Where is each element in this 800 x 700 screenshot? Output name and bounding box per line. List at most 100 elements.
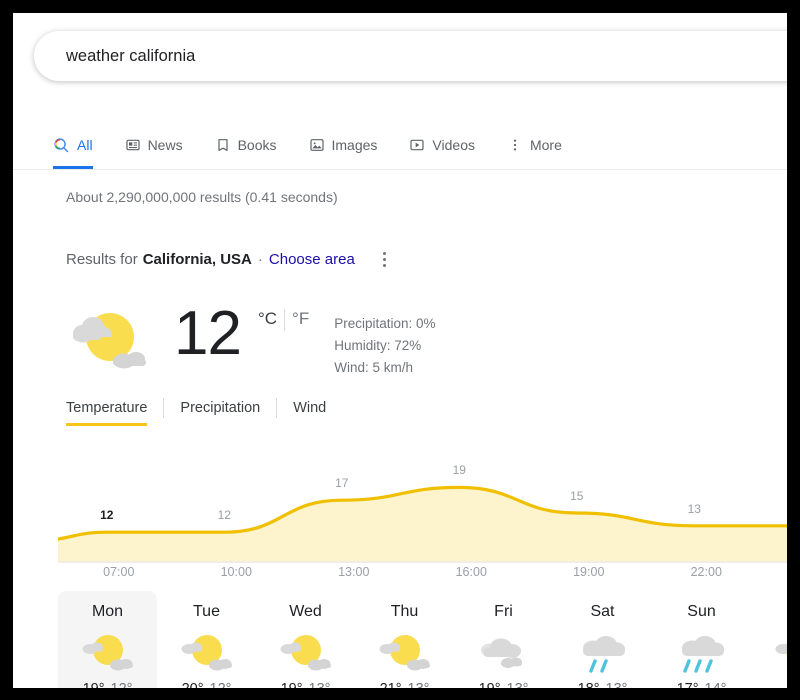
results-for-separator: · — [257, 250, 263, 268]
forecast-high: 18° — [578, 681, 600, 688]
chart-point-labels: 1212171915131314 — [58, 463, 787, 563]
tab-temperature[interactable]: Temperature — [66, 400, 163, 426]
unit-fahrenheit[interactable]: °F — [285, 309, 316, 329]
forecast-day[interactable]: Fri 19° 13° — [454, 591, 553, 688]
forecast-day-name: Wed — [289, 603, 322, 620]
wind-value: Wind: 5 km/h — [334, 359, 414, 375]
partly-cloudy-icon — [256, 625, 355, 681]
chart-point-label: 12 — [100, 508, 114, 523]
tab-label: Books — [237, 137, 277, 153]
forecast-low: 12° — [111, 681, 133, 688]
tab-label: Images — [331, 137, 378, 153]
partly-cloudy-icon — [66, 303, 152, 381]
search-tabs: All News Books Images Videos More — [53, 121, 578, 169]
forecast-day-name: Thu — [390, 603, 419, 620]
chart-point-label: 17 — [335, 476, 349, 491]
chart-x-tick: 07:00 — [103, 565, 135, 579]
forecast-day-temps: 17° 14° — [652, 681, 751, 688]
forecast-day-name: Sat — [590, 603, 615, 620]
chart-x-axis: 07:0010:0013:0016:0019:0022:0001:0004 — [58, 565, 787, 585]
forecast-day[interactable]: Thu 21° 13° — [355, 591, 454, 688]
forecast-day-temps: 19° 13° — [454, 681, 553, 688]
current-temperature: 12 — [174, 299, 242, 368]
forecast-low: 13° — [309, 681, 331, 688]
book-icon — [215, 137, 231, 153]
forecast-high: 17° — [677, 681, 699, 688]
forecast-day-temps: 18° 13° — [553, 681, 652, 688]
browser-content-frame: All News Books — [13, 13, 787, 688]
forecast-day[interactable]: Mon 19° 12° — [58, 591, 157, 688]
tab-all[interactable]: All — [53, 121, 109, 169]
humidity-value: Humidity: 72% — [334, 337, 422, 353]
forecast-day[interactable]: M 18 — [751, 591, 787, 688]
forecast-day-temps: 20° 12° — [157, 681, 256, 688]
forecast-day[interactable]: Wed 19° 13° — [256, 591, 355, 688]
partly-cloudy-icon — [751, 625, 787, 681]
daily-forecast: Mon 19° 12° Tue 20° 12° Wed 19° 13° Thu 21° 13° Fri 1… — [58, 591, 787, 688]
tab-images[interactable]: Images — [293, 121, 394, 169]
tabs-divider — [13, 169, 787, 170]
forecast-day[interactable]: Sun 17° 14° — [652, 591, 751, 688]
chart-point-label: 15 — [570, 489, 584, 503]
chart-point-label: 12 — [217, 508, 231, 523]
tab-videos[interactable]: Videos — [393, 121, 491, 169]
search-results-viewport: All News Books — [13, 13, 787, 688]
results-for-prefix: Results for — [66, 250, 138, 268]
weather-stats: Precipitation: 0% Humidity: 72% Wind: 5 … — [334, 313, 435, 379]
results-for-row: Results for California, USA · Choose are… — [66, 247, 395, 271]
forecast-low: 14° — [705, 681, 727, 688]
forecast-low: 13° — [408, 681, 430, 688]
partly-cloudy-icon — [58, 625, 157, 681]
tab-label: All — [77, 137, 93, 153]
forecast-high: 19° — [83, 681, 105, 688]
search-input[interactable] — [34, 31, 787, 81]
cloudy-icon — [454, 625, 553, 681]
news-icon — [125, 137, 141, 153]
forecast-day-name: Fri — [494, 603, 513, 620]
chart-x-tick: 10:00 — [220, 565, 252, 579]
tab-label: News — [147, 137, 183, 153]
google-search-icon — [53, 137, 70, 154]
more-vert-icon — [507, 137, 523, 153]
tab-more[interactable]: More — [491, 121, 578, 169]
forecast-low: 13° — [507, 681, 529, 688]
tab-label: Videos — [432, 137, 475, 153]
forecast-day-temps: 18 — [751, 681, 787, 688]
forecast-day[interactable]: Sat 18° 13° — [553, 591, 652, 688]
forecast-low: 13° — [606, 681, 628, 688]
unit-celsius[interactable]: °C — [251, 309, 284, 329]
tab-precipitation[interactable]: Precipitation — [164, 400, 276, 426]
chart-x-tick: 19:00 — [573, 565, 605, 579]
chart-point-label: 19 — [452, 463, 466, 478]
temperature-chart[interactable]: 1212171915131314 — [58, 463, 787, 563]
forecast-low: 12° — [210, 681, 232, 688]
forecast-day-name: Mon — [91, 603, 124, 620]
tab-label: More — [529, 137, 562, 153]
forecast-high: 19° — [281, 681, 303, 688]
unit-toggle: °C °F — [251, 309, 316, 331]
forecast-day-temps: 19° 12° — [58, 681, 157, 688]
chart-x-tick: 22:00 — [690, 565, 722, 579]
rain-icon — [652, 625, 751, 681]
weather-metric-tabs: Temperature Precipitation Wind — [66, 398, 342, 428]
subtab-label: Temperature — [66, 400, 148, 416]
forecast-day-name: Tue — [193, 603, 220, 620]
forecast-high: 21° — [380, 681, 402, 688]
partly-cloudy-icon — [355, 625, 454, 681]
forecast-day-name: M — [751, 603, 787, 621]
forecast-high: 19° — [479, 681, 501, 688]
rain-icon — [553, 625, 652, 681]
result-stats: About 2,290,000,000 results (0.41 second… — [66, 189, 338, 205]
subtab-label: Wind — [293, 400, 327, 416]
subtab-label: Precipitation — [180, 400, 261, 416]
search-bar[interactable] — [34, 31, 787, 81]
choose-area-link[interactable]: Choose area — [269, 251, 355, 268]
tab-news[interactable]: News — [109, 121, 199, 169]
more-options-icon[interactable] — [375, 247, 395, 271]
forecast-day[interactable]: Tue 20° 12° — [157, 591, 256, 688]
tab-wind[interactable]: Wind — [277, 400, 342, 426]
results-for-location: California, USA — [142, 250, 252, 268]
tab-books[interactable]: Books — [199, 121, 293, 169]
video-icon — [409, 137, 425, 153]
chart-x-tick: 16:00 — [455, 565, 487, 579]
